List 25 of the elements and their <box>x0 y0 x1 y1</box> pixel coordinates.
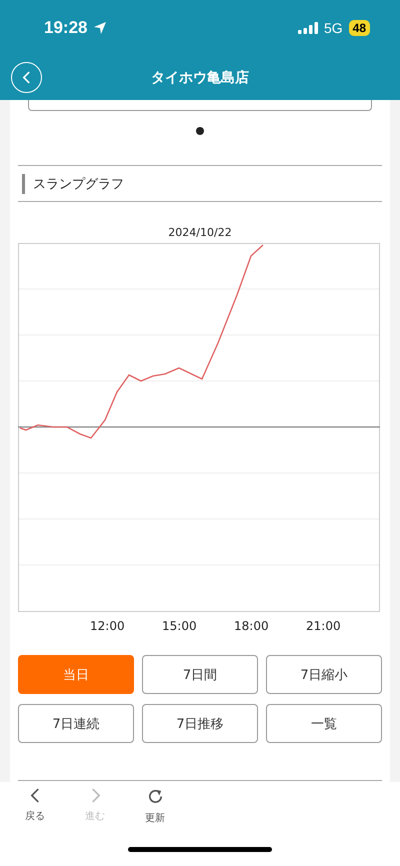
range-button[interactable]: 7日間 <box>142 655 258 694</box>
range-button[interactable]: 一覧 <box>266 704 382 743</box>
chevron-right-icon <box>90 788 100 803</box>
battery-level: 48 <box>348 20 370 36</box>
chevron-left-icon <box>30 788 40 803</box>
axis-label: 21:00 <box>306 619 341 633</box>
reload-toolbar-button[interactable]: 更新 <box>139 782 171 832</box>
range-button[interactable]: 7日縮小 <box>266 655 382 694</box>
range-button[interactable]: 7日連続 <box>18 704 134 743</box>
axis-label: 12:00 <box>90 619 125 633</box>
back-button[interactable] <box>11 62 42 93</box>
section-title: スランプグラフ <box>33 176 124 192</box>
signal-icon <box>298 22 318 34</box>
range-button[interactable]: 7日推移 <box>142 704 258 743</box>
chevron-left-icon <box>22 71 31 84</box>
chart-title: 2024/10/22 <box>167 226 233 241</box>
reload-icon <box>146 788 164 805</box>
location-arrow-icon <box>93 21 108 35</box>
axis-label: 18:00 <box>234 619 269 633</box>
axis-label: 15:00 <box>162 619 197 633</box>
network-label: 5G <box>324 20 343 36</box>
back-toolbar-button[interactable]: 戻る <box>19 782 51 832</box>
page-indicator-dot <box>196 127 204 135</box>
status-time: 19:28 <box>44 18 88 38</box>
page-title: タイホウ亀島店 <box>151 69 249 87</box>
